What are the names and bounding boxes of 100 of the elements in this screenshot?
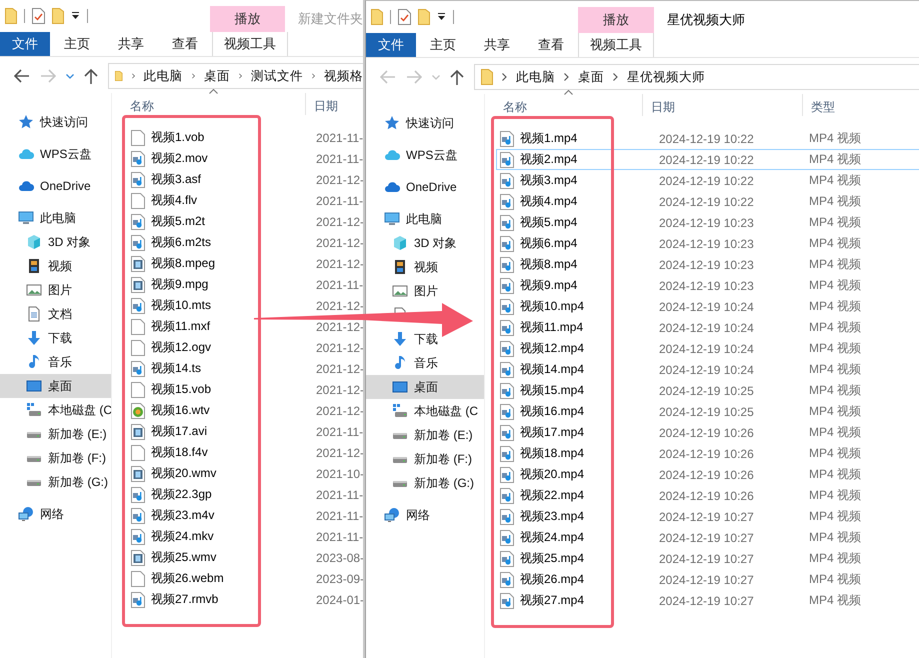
file-name[interactable]: 视频26.webm [131,568,258,589]
sidebar-item[interactable]: 下载 [366,327,484,351]
column-header[interactable]: 类型 [811,99,835,116]
file-name[interactable]: 视频8.mpeg [131,253,258,274]
file-name[interactable]: 视频17.mp4 [500,422,611,443]
ribbon-tab[interactable]: 视频工具 [212,32,288,56]
sidebar-item[interactable]: 新加卷 (E:) [366,423,484,447]
file-name[interactable]: 视频17.avi [131,421,258,442]
file-name[interactable]: 视频1.mp4 [500,128,611,149]
file-name[interactable]: 视频16.mp4 [500,401,611,422]
sidebar-item[interactable]: 音乐 [366,351,484,375]
sidebar-item[interactable]: 新加卷 (E:) [0,422,111,446]
file-name[interactable]: 视频12.ogv [131,337,258,358]
sidebar-item[interactable]: 新加卷 (G:) [366,471,484,495]
file-name[interactable]: 视频4.flv [131,190,258,211]
sidebar-item[interactable]: 新加卷 (F:) [0,446,111,470]
sidebar-item[interactable]: 本地磁盘 (C [366,399,484,423]
breadcrumb-item[interactable]: 桌面 [578,68,604,86]
file-name[interactable]: 视频16.wtv [131,400,258,421]
sidebar-item[interactable]: OneDrive [366,175,484,199]
breadcrumb-item[interactable]: 桌面 [204,68,230,84]
sidebar-item[interactable]: 文档 [0,302,111,326]
sidebar-item[interactable]: 下载 [0,326,111,350]
chevron-right-icon[interactable] [613,73,618,81]
file-name[interactable]: 视频14.mp4 [500,359,611,380]
file-name[interactable]: 视频26.mp4 [500,569,611,590]
file-name[interactable]: 视频27.mp4 [500,590,611,611]
sidebar-item[interactable]: 桌面 [0,374,111,398]
sidebar-item[interactable]: 网络 [0,502,111,526]
file-name[interactable]: 视频5.m2t [131,211,258,232]
file-name[interactable]: 视频9.mpg [131,274,258,295]
file-name[interactable]: 视频2.mp4 [496,149,611,170]
sidebar-item[interactable]: 网络 [366,503,484,527]
file-name[interactable]: 视频3.asf [131,169,258,190]
sidebar-item[interactable]: 音乐 [0,350,111,374]
sidebar-item[interactable]: 新加卷 (G:) [0,470,111,494]
checklist-icon[interactable] [32,8,45,24]
chevron-right-icon[interactable] [312,72,315,80]
sidebar-item[interactable]: 视频 [366,255,484,279]
sidebar-item[interactable]: 快速访问 [366,111,484,135]
file-name[interactable]: 视频15.vob [131,379,258,400]
file-name[interactable]: 视频25.mp4 [500,548,611,569]
file-name[interactable]: 视频15.mp4 [500,380,611,401]
file-name[interactable]: 视频22.3gp [131,484,258,505]
file-name[interactable]: 视频2.mov [131,148,258,169]
dropdown-icon[interactable] [71,12,80,20]
file-name[interactable]: 视频27.rmvb [131,589,258,610]
breadcrumb-item[interactable]: 测试文件 [250,68,303,84]
file-name[interactable]: 视频20.mp4 [500,464,611,485]
file-name[interactable]: 视频23.m4v [131,505,258,526]
column-header[interactable]: 名称 [130,98,154,115]
ribbon-tab[interactable]: 文件 [0,32,50,56]
sidebar-item[interactable]: WPS云盘 [0,142,111,166]
chevron-right-icon[interactable] [502,73,507,81]
breadcrumb-item[interactable]: 此电脑 [516,68,555,86]
file-name[interactable]: 视频9.mp4 [500,275,611,296]
file-name[interactable]: 视频18.f4v [131,442,258,463]
address-bar[interactable]: 此电脑 桌面 测试文件 视频格 [108,63,363,89]
sidebar-item[interactable]: OneDrive [0,174,111,198]
file-name[interactable]: 视频20.wmv [131,463,258,484]
file-name[interactable]: 视频12.mp4 [500,338,611,359]
file-name[interactable]: 视频24.mkv [131,526,258,547]
column-header[interactable]: 名称 [503,99,527,116]
back-icon[interactable] [14,69,30,83]
breadcrumb-item[interactable]: 星优视频大师 [627,68,705,86]
ribbon-tab[interactable]: 文件 [366,33,416,57]
file-name[interactable]: 视频14.ts [131,358,258,379]
file-name[interactable]: 视频23.mp4 [500,506,611,527]
checklist-icon[interactable] [398,9,411,25]
file-name[interactable]: 视频11.mxf [131,316,258,337]
file-name[interactable]: 视频18.mp4 [500,443,611,464]
chevron-right-icon[interactable] [564,73,569,81]
file-name[interactable]: 视频6.mp4 [500,233,611,254]
file-name[interactable]: 视频4.mp4 [500,191,611,212]
file-name[interactable]: 视频8.mp4 [500,254,611,275]
sidebar-item[interactable]: 此电脑 [0,206,111,230]
chevron-right-icon[interactable] [238,72,242,80]
sidebar-item[interactable]: 图片 [366,279,484,303]
sidebar-item[interactable]: 此电脑 [366,207,484,231]
chevron-right-icon[interactable] [132,72,135,80]
sidebar-item[interactable]: 桌面 [366,375,484,399]
sidebar-item[interactable]: 3D 对象 [0,230,111,254]
chevron-right-icon[interactable] [192,72,195,80]
chevron-down-icon[interactable] [66,74,74,78]
sidebar-item[interactable]: 视频 [0,254,111,278]
file-name[interactable]: 视频6.m2ts [131,232,258,253]
file-name[interactable]: 视频5.mp4 [500,212,611,233]
file-name[interactable]: 视频22.mp4 [500,485,611,506]
sidebar-item[interactable]: 图片 [0,278,111,302]
sidebar-item[interactable]: WPS云盘 [366,143,484,167]
sidebar-item[interactable]: 快速访问 [0,110,111,134]
sidebar-item[interactable]: 3D 对象 [366,231,484,255]
address-bar[interactable]: 此电脑 桌面 星优视频大师 [474,64,919,90]
up-arrow-icon[interactable] [450,69,464,85]
file-name[interactable]: 视频25.wmv [131,547,258,568]
file-name[interactable]: 视频10.mp4 [500,296,611,317]
up-arrow-icon[interactable] [84,68,98,84]
file-name[interactable]: 视频1.vob [131,127,258,148]
dropdown-icon[interactable] [437,13,446,21]
file-name[interactable]: 视频24.mp4 [500,527,611,548]
